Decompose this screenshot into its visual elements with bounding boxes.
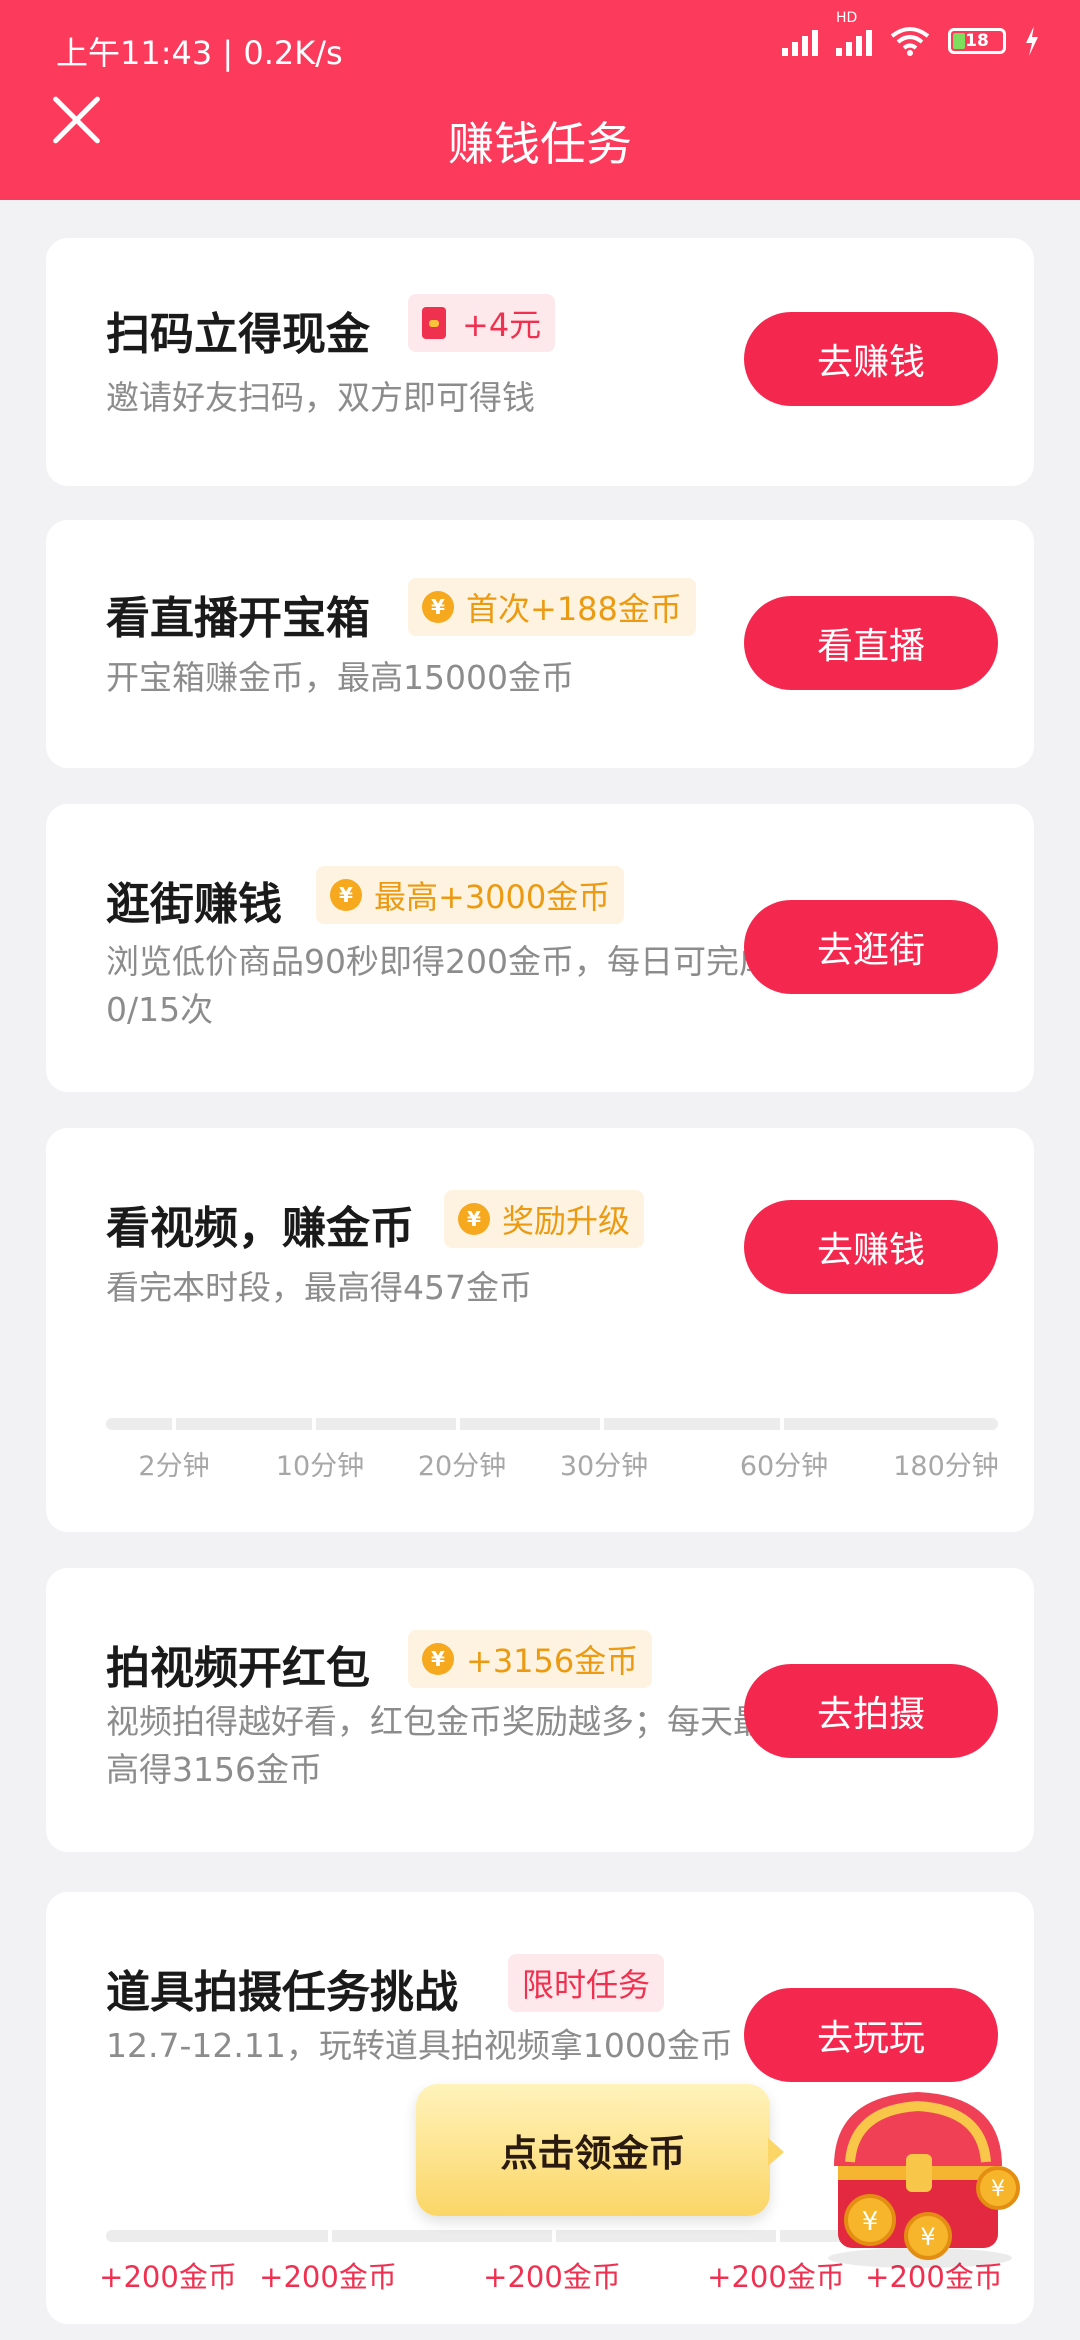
progress-tick [172, 1418, 176, 1430]
progress-tick [328, 2230, 332, 2242]
chest-coin-symbol: ¥ [991, 2177, 1005, 2202]
charging-icon [1026, 26, 1038, 56]
red-packet-icon [422, 307, 446, 339]
task-card-live-chest: 看直播开宝箱 ¥ 首次+188金币 开宝箱赚金币，最高15000金币 看直播 [46, 520, 1034, 768]
watch-live-button[interactable]: 看直播 [744, 596, 998, 690]
task-card-watch-video: 看视频，赚金币 ¥ 奖励升级 看完本时段，最高得457金币 去赚钱 2分钟 10… [46, 1128, 1034, 1532]
battery-level: 18 [965, 31, 989, 51]
claim-coins-button[interactable]: 点击领金币 [416, 2084, 784, 2216]
task-tag-label: 奖励升级 [502, 1202, 631, 1240]
earn-money-button[interactable]: 去赚钱 [744, 312, 998, 406]
task-card-scan-cash: 扫码立得现金 +4元 邀请好友扫码，双方即可得钱 去赚钱 [46, 238, 1034, 486]
signal-hd-icon: HD [836, 10, 872, 56]
go-shoot-button[interactable]: 去拍摄 [744, 1664, 998, 1758]
task-tag: ¥ 首次+188金币 [408, 578, 696, 636]
reward-label: +200金币 [259, 2260, 397, 2294]
task-desc: 开宝箱赚金币，最高15000金币 [106, 658, 574, 697]
task-title: 逛街赚钱 [106, 879, 282, 930]
coin-icon: ¥ [458, 1203, 490, 1235]
progress-tick [780, 1418, 784, 1430]
task-card-shoot-video: 拍视频开红包 ¥ +3156金币 视频拍得越好看，红包金币奖励越多；每天最高得3… [46, 1568, 1034, 1852]
task-tag: ¥ 最高+3000金币 [316, 866, 625, 924]
battery-icon: 18 [948, 28, 1006, 54]
reward-label: +200金币 [483, 2260, 621, 2294]
treasure-chest-icon[interactable]: ¥ ¥ ¥ [810, 2070, 1030, 2270]
task-tag: +4元 [408, 294, 556, 352]
chest-coin-symbol: ¥ [920, 2223, 935, 2251]
task-tag-label: 限时任务 [522, 1966, 651, 2004]
task-tag-label: +4元 [462, 306, 542, 344]
task-desc: 看完本时段，最高得457金币 [106, 1268, 532, 1307]
task-tag-label: 最高+3000金币 [374, 878, 611, 916]
task-desc: 邀请好友扫码，双方即可得钱 [106, 378, 535, 417]
coin-icon: ¥ [422, 591, 454, 623]
progress-tick [600, 1418, 604, 1430]
progress-label: 60分钟 [739, 1451, 829, 1482]
task-desc: 浏览低价商品90秒即得200金币，每日可完成0/15次 [106, 942, 772, 1029]
progress-tick [312, 1418, 316, 1430]
go-play-button[interactable]: 去玩玩 [744, 1988, 998, 2082]
go-shopping-button[interactable]: 去逛街 [744, 900, 998, 994]
watch-progress-track [106, 1418, 998, 1430]
task-title: 看直播开宝箱 [106, 593, 370, 644]
task-tag: ¥ +3156金币 [408, 1630, 653, 1688]
chest-coin-symbol: ¥ [862, 2207, 879, 2237]
reward-label: +200金币 [99, 2260, 237, 2294]
status-icons: HD 18 [782, 10, 1040, 56]
wifi-icon [890, 27, 930, 56]
task-title: 道具拍摄任务挑战 [106, 1967, 458, 2018]
progress-tick [776, 2230, 780, 2242]
coin-icon: ¥ [422, 1643, 454, 1675]
task-tag-label: 首次+188金币 [466, 590, 682, 628]
progress-label: 20分钟 [417, 1451, 507, 1482]
signal-icon [782, 26, 818, 56]
task-title: 拍视频开红包 [106, 1643, 370, 1694]
progress-label: 180分钟 [893, 1451, 999, 1482]
progress-tick [456, 1418, 460, 1430]
page-title: 赚钱任务 [448, 117, 632, 171]
progress-label: 2分钟 [138, 1451, 210, 1482]
task-desc: 视频拍得越好看，红包金币奖励越多；每天最高得3156金币 [106, 1702, 766, 1789]
status-time: 上午11:43 | 0.2K/s [56, 34, 343, 72]
task-title: 看视频，赚金币 [106, 1203, 414, 1254]
progress-tick [552, 2230, 556, 2242]
progress-label: 30分钟 [559, 1451, 649, 1482]
task-tag: ¥ 奖励升级 [444, 1190, 645, 1248]
task-tag: 限时任务 [508, 1954, 665, 2012]
coin-icon: ¥ [330, 879, 362, 911]
task-title: 扫码立得现金 [106, 309, 370, 360]
hd-label: HD [836, 10, 858, 26]
app-header: 上午11:43 | 0.2K/s HD 18 赚钱任务 [0, 0, 1080, 200]
task-card-shopping: 逛街赚钱 ¥ 最高+3000金币 浏览低价商品90秒即得200金币，每日可完成0… [46, 804, 1034, 1092]
task-tag-label: +3156金币 [466, 1642, 639, 1680]
progress-label: 10分钟 [275, 1451, 365, 1482]
task-desc: 12.7-12.11，玩转道具拍视频拿1000金币 [106, 2026, 733, 2065]
earn-money-button[interactable]: 去赚钱 [744, 1200, 998, 1294]
